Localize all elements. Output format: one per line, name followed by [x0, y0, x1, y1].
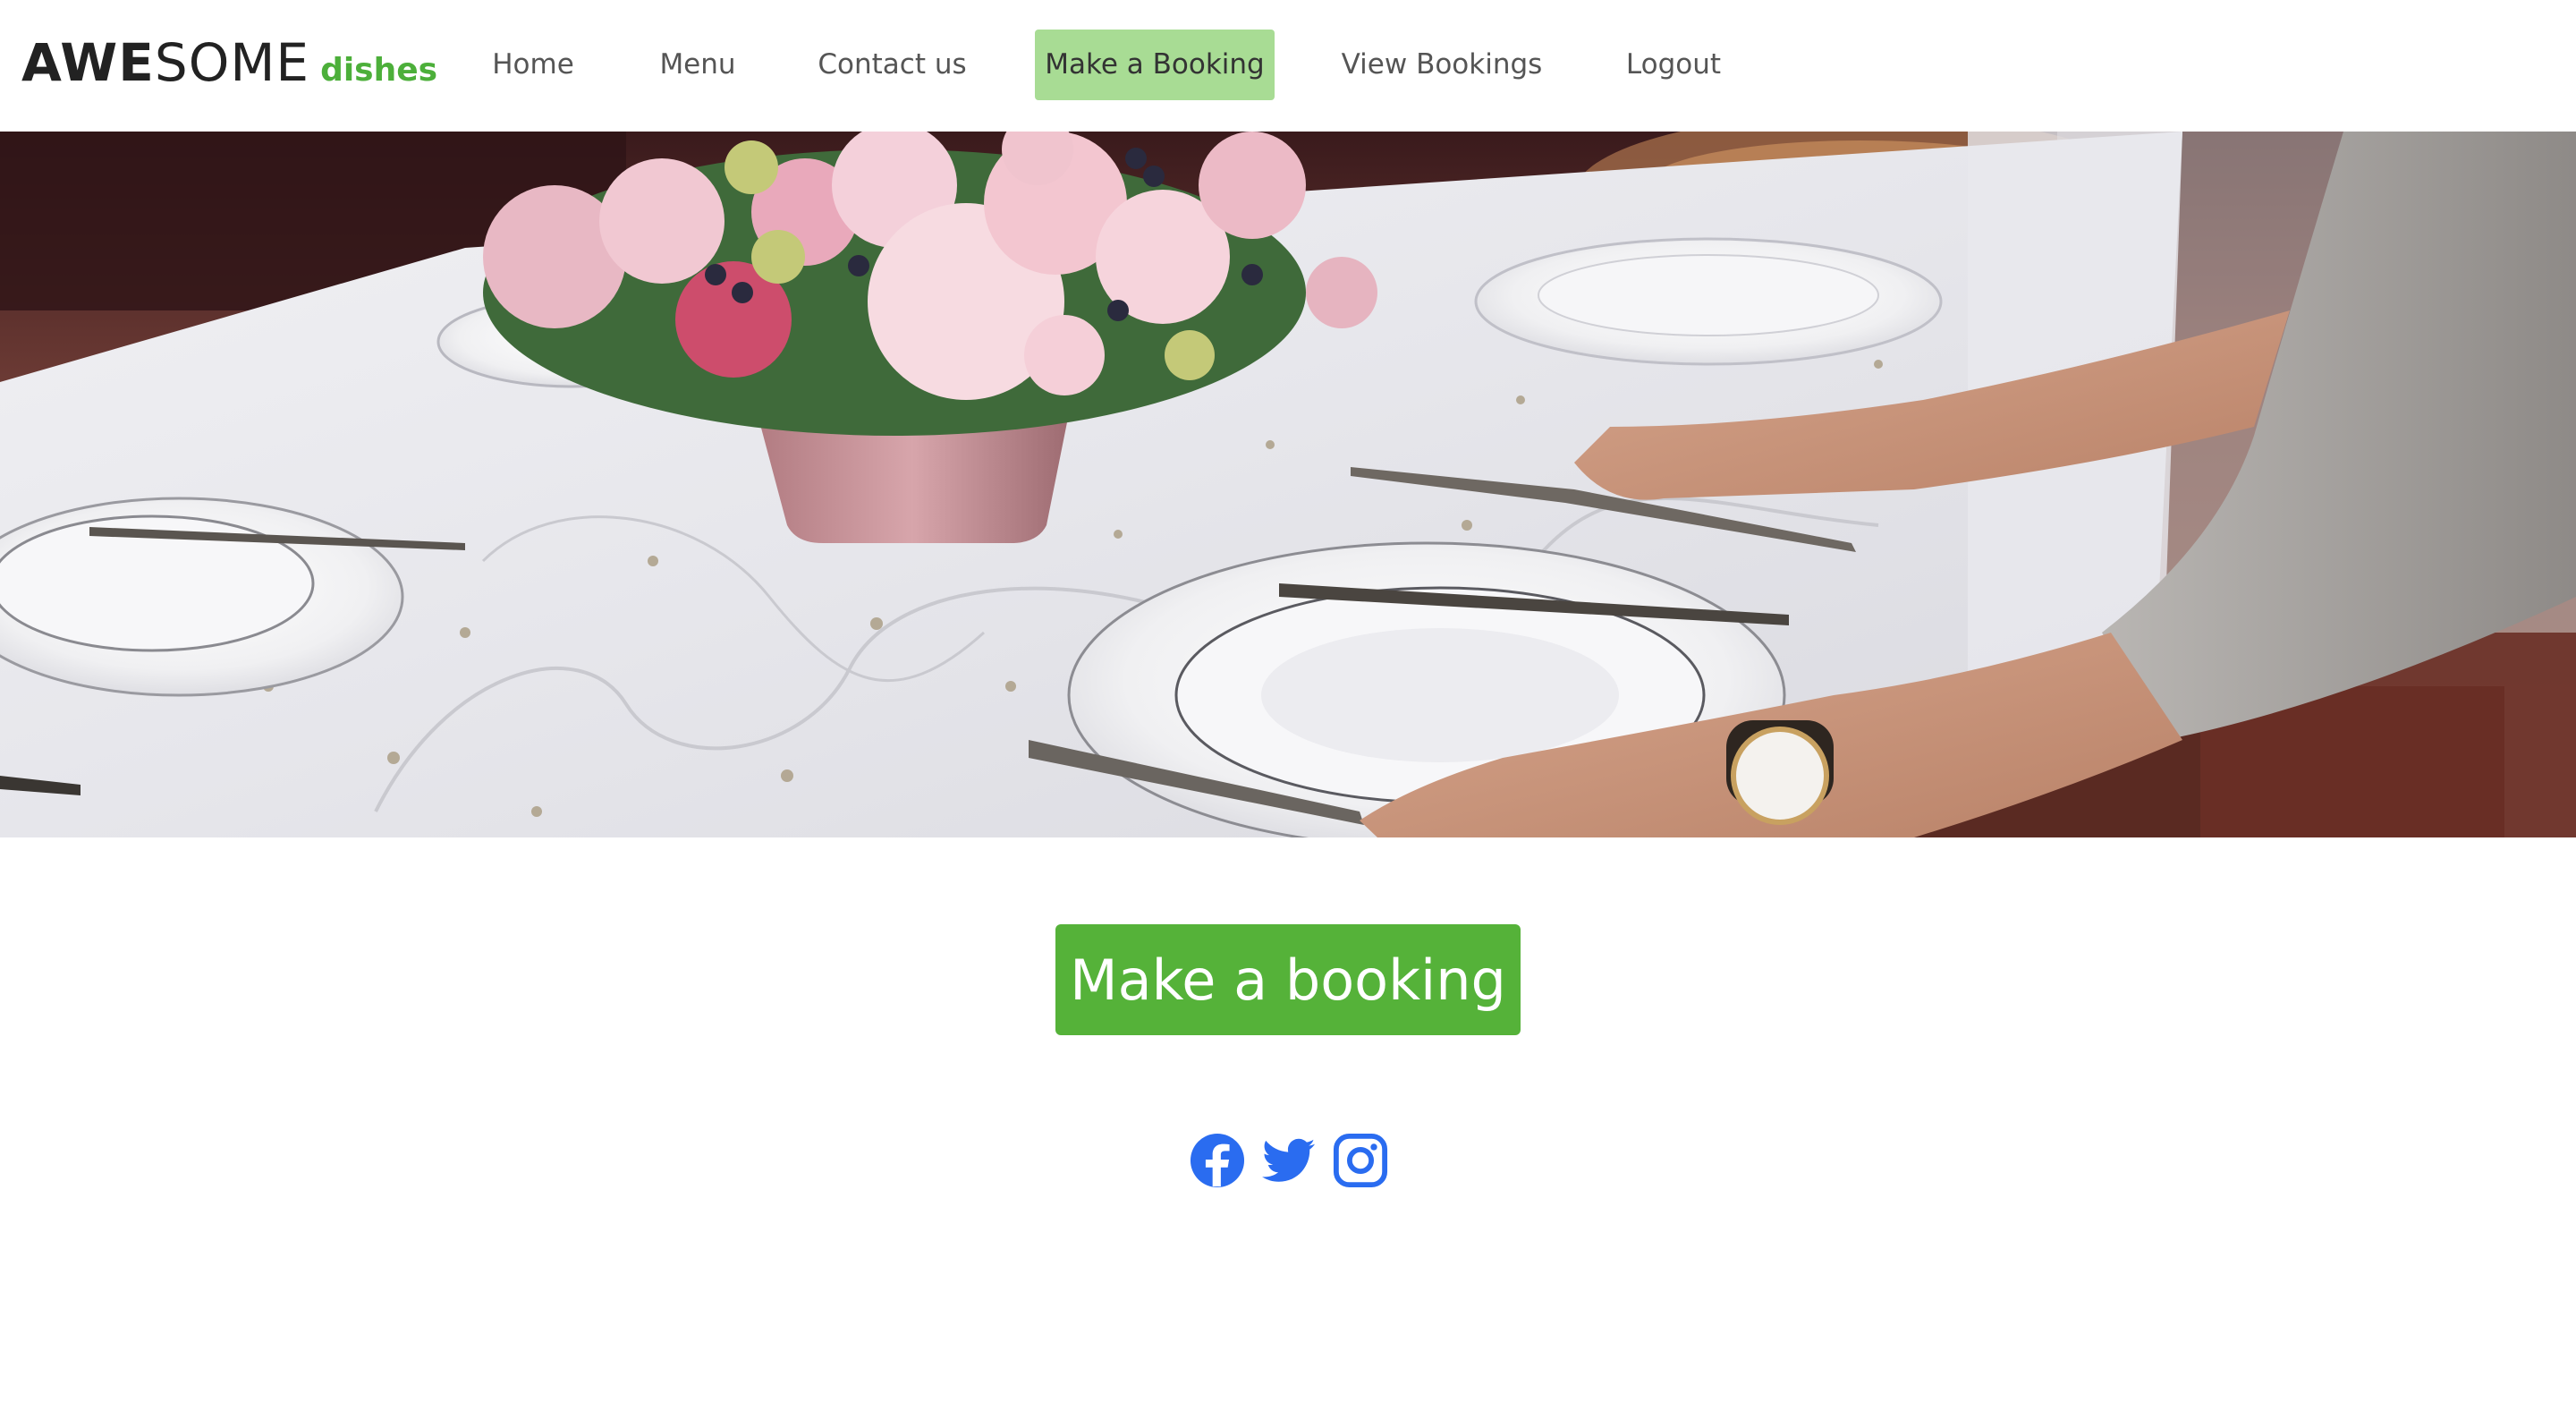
brand-logo[interactable]: AWE SOME dishes [21, 32, 437, 97]
nav-contact-us[interactable]: Contact us [805, 30, 979, 100]
hero-image [0, 132, 2576, 837]
nav-home[interactable]: Home [474, 30, 592, 100]
hero-illustration [0, 132, 2576, 837]
nav-menu[interactable]: Menu [640, 30, 756, 100]
nav-make-a-booking[interactable]: Make a Booking [1035, 30, 1275, 100]
navbar: AWE SOME dishes Home Menu Contact us Make … [0, 0, 2576, 132]
brand-logo-light: SOME [154, 32, 310, 93]
brand-logo-dishes: dishes [320, 52, 438, 89]
nav-view-bookings[interactable]: View Bookings [1333, 30, 1551, 100]
brand-logo-bold: AWE [21, 32, 155, 93]
make-a-booking-button[interactable]: Make a booking [1055, 924, 1521, 1035]
twitter-icon[interactable] [1261, 1133, 1317, 1188]
facebook-icon[interactable] [1190, 1133, 1245, 1188]
social-links [1190, 1132, 1388, 1189]
instagram-icon[interactable] [1333, 1133, 1388, 1188]
nav-logout[interactable]: Logout [1612, 30, 1735, 100]
